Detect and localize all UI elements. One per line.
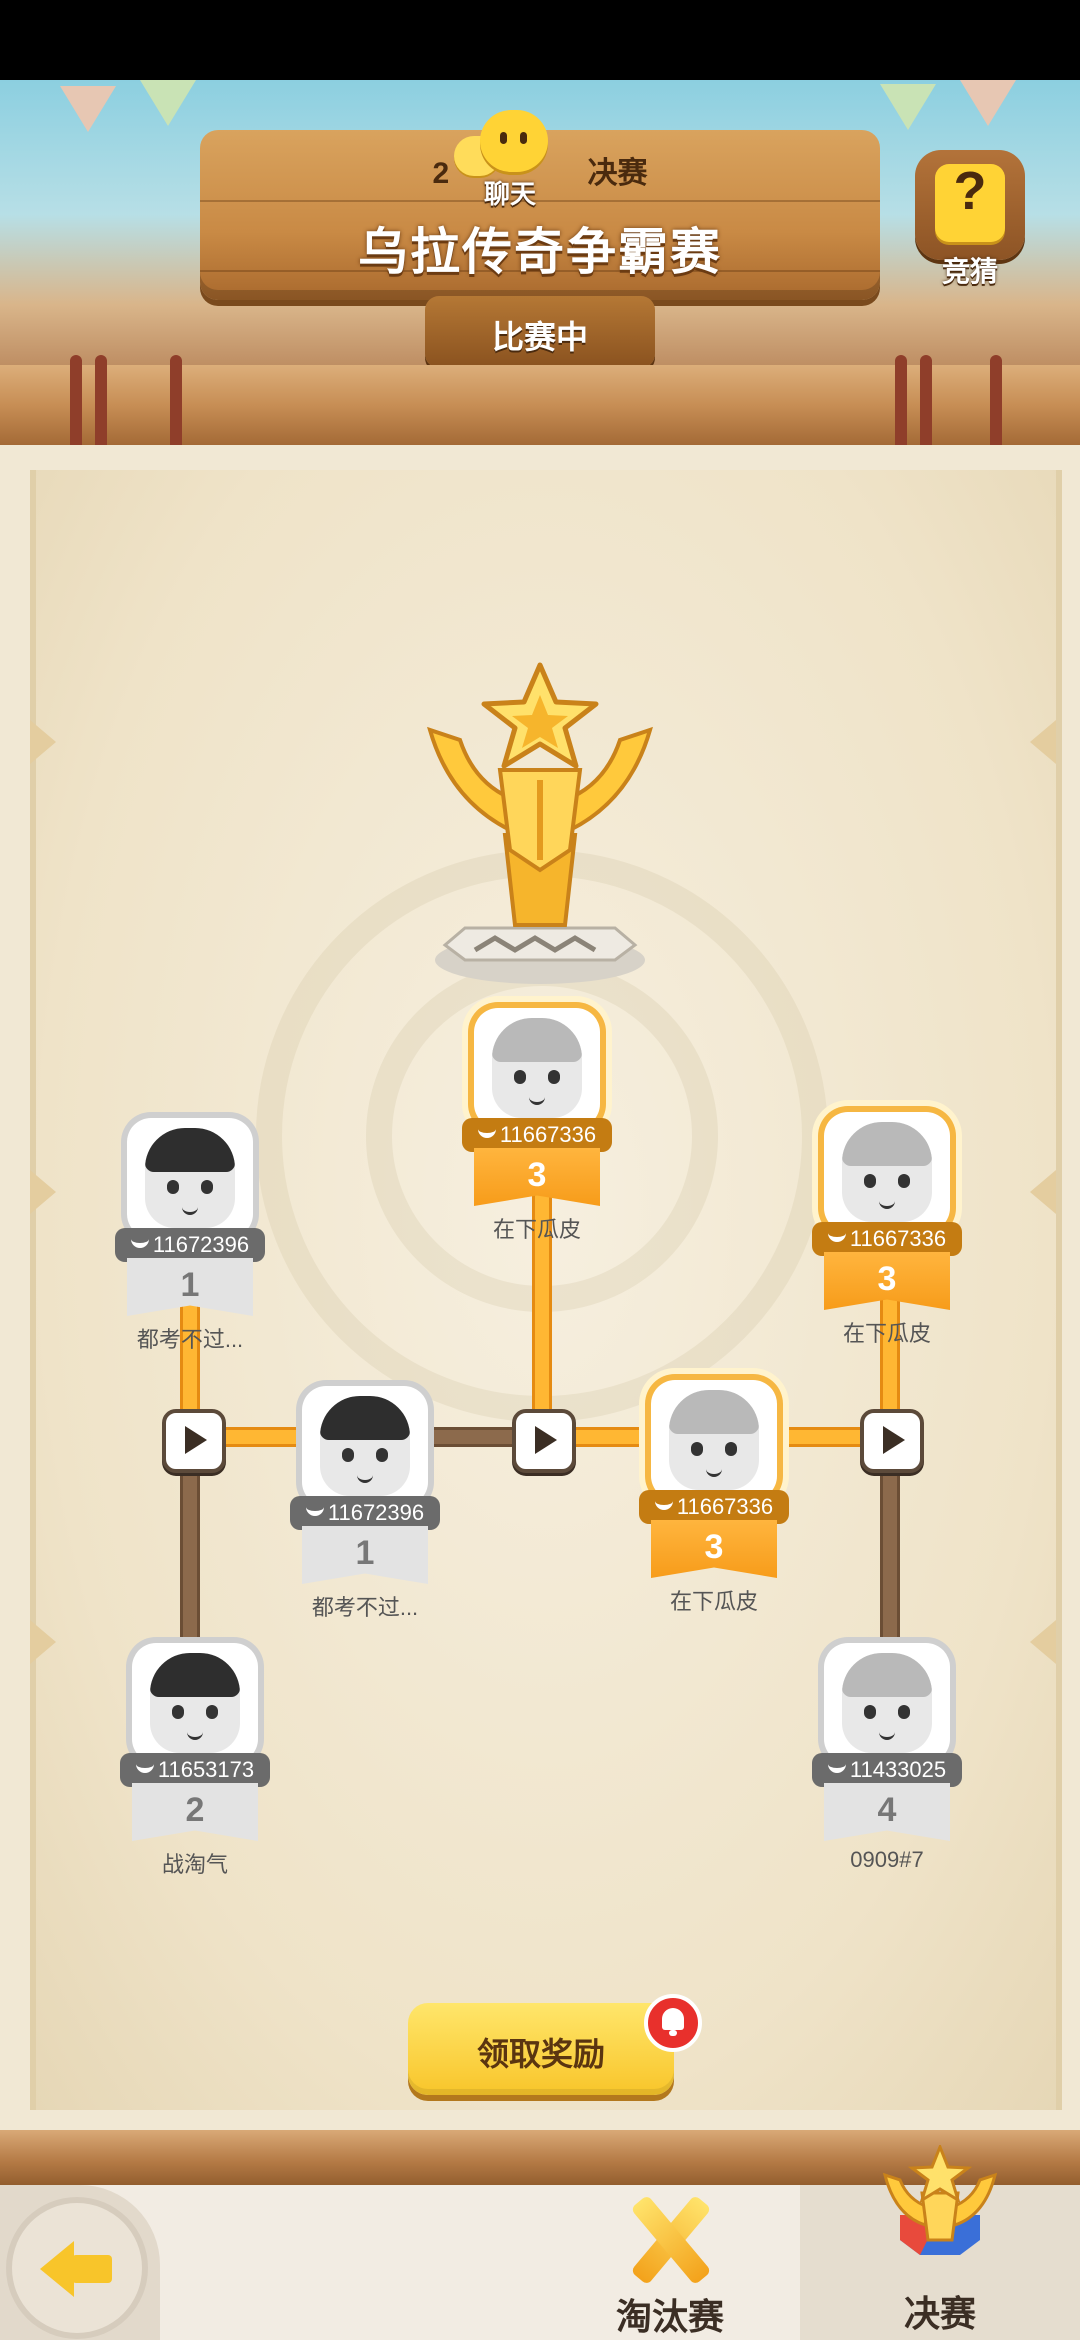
back-arrow-icon	[40, 2241, 74, 2297]
tournament-title: 乌拉传奇争霸赛	[358, 224, 722, 280]
chat-label: 聊天	[483, 179, 536, 209]
guess-button[interactable]: ? 竞猜	[905, 150, 1035, 290]
claim-reward-button[interactable]: 领取奖励	[408, 2003, 674, 2095]
power-score: 11433025	[812, 1753, 962, 1787]
power-score: 11672396	[115, 1228, 265, 1262]
back-arrow-shaft	[72, 2255, 112, 2283]
round-stage: 决赛	[587, 157, 648, 190]
avatar	[492, 1018, 582, 1118]
power-score: 11667336	[812, 1222, 962, 1256]
chat-icon	[480, 110, 548, 172]
guess-label: 竞猜	[941, 256, 998, 287]
play-icon	[535, 1426, 557, 1454]
replay-right-button[interactable]	[860, 1409, 924, 1473]
match-status-board: 比赛中	[425, 296, 655, 368]
currency-icon	[135, 1756, 154, 1773]
avatar	[842, 1653, 932, 1753]
power-score: 11667336	[462, 1118, 612, 1152]
currency-icon	[130, 1231, 149, 1248]
tab-knockout[interactable]: 淘汰赛	[590, 2160, 750, 2340]
avatar	[145, 1128, 235, 1228]
back-button[interactable]	[0, 2185, 160, 2340]
currency-icon	[827, 1225, 846, 1242]
player-name: 0909#7	[850, 1847, 924, 1872]
trophy-tab-icon	[882, 2145, 998, 2255]
question-mark-icon: ?	[953, 161, 987, 221]
player-name: 在下瓜皮	[669, 1589, 758, 1614]
currency-icon	[827, 1756, 846, 1773]
round-number: 2	[432, 157, 450, 190]
scroll-top-rod	[0, 355, 1080, 455]
claim-reward-label: 领取奖励	[476, 2036, 605, 2072]
tab-knockout-label: 淘汰赛	[615, 2296, 724, 2337]
power-score: 11667336	[639, 1490, 789, 1524]
power-score: 11672396	[290, 1496, 440, 1530]
notification-bell-icon	[644, 1994, 702, 2052]
crossed-swords-icon	[620, 2190, 720, 2290]
match-status: 比赛中	[491, 319, 588, 355]
replay-left-button[interactable]	[162, 1409, 226, 1473]
trophy-icon	[427, 662, 653, 984]
player-name: 在下瓜皮	[842, 1321, 931, 1346]
currency-icon	[477, 1121, 496, 1138]
currency-icon	[654, 1493, 673, 1510]
avatar	[842, 1122, 932, 1222]
player-name: 在下瓜皮	[492, 1217, 581, 1242]
avatar	[669, 1390, 759, 1490]
status-bar	[0, 0, 1080, 80]
play-icon	[883, 1426, 905, 1454]
player-name: 都考不过...	[136, 1327, 244, 1352]
avatar	[150, 1653, 240, 1753]
tab-final-label: 决赛	[903, 2293, 976, 2334]
currency-icon	[305, 1499, 324, 1516]
replay-final-button[interactable]	[512, 1409, 576, 1473]
play-icon	[185, 1426, 207, 1454]
avatar	[320, 1396, 410, 1496]
tab-final[interactable]: 决赛	[800, 2145, 1080, 2340]
player-name: 都考不过...	[311, 1595, 419, 1620]
power-score: 11653173	[120, 1753, 270, 1787]
player-name: 战淘气	[161, 1852, 228, 1877]
chat-button[interactable]: 聊天	[450, 100, 570, 210]
